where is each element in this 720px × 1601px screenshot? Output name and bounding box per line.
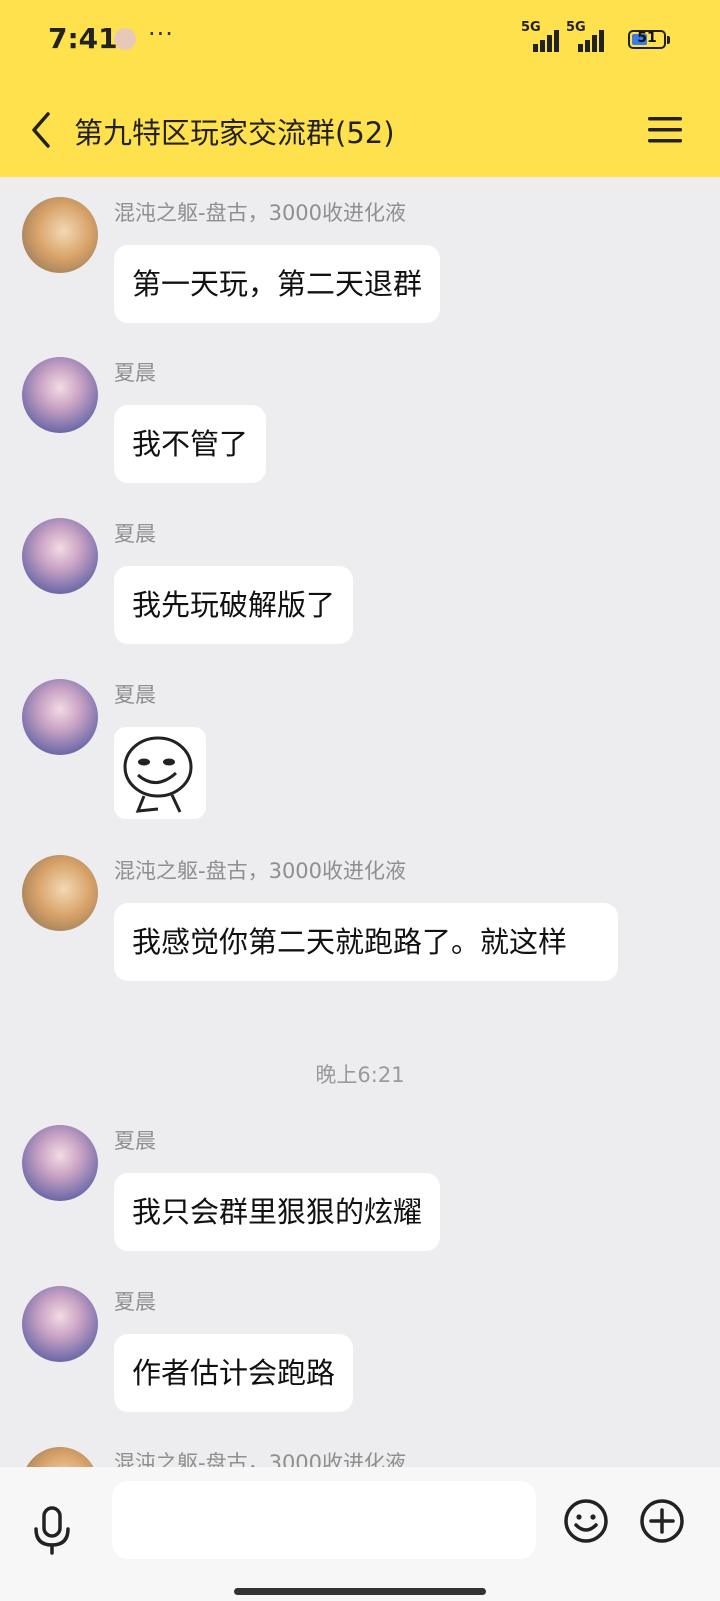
dog-avatar[interactable] (22, 855, 98, 931)
sender-name: 混沌之躯-盘古，3000收进化液 (114, 1451, 407, 1467)
message-bubble[interactable]: 我先玩破解版了 (114, 566, 354, 644)
dog-avatar[interactable] (22, 1447, 98, 1467)
nav-bar: 第九特区玩家交流群(52) (0, 90, 720, 170)
battery-tip (667, 36, 670, 44)
sticker-message[interactable] (114, 727, 206, 819)
emoji-button[interactable] (563, 1498, 609, 1544)
chat-title: 第九特区玩家交流群(52) (74, 116, 395, 150)
battery-icon: 51 (628, 30, 670, 49)
more-actions-button[interactable] (639, 1498, 685, 1544)
sender-name: 夏晨 (114, 361, 156, 385)
message-list[interactable]: 混沌之躯-盘古，3000收进化液 第一天玩，第二天退群 夏晨 我不管了 夏晨 我… (0, 177, 720, 1467)
message-input[interactable] (112, 1481, 536, 1559)
message-bubble[interactable]: 我不管了 (114, 405, 267, 483)
timestamp-divider: 晚上6:21 (315, 1063, 405, 1087)
microphone-icon (34, 1506, 70, 1555)
header: 7:41 ··· 5G 5G 51 第九特区玩家交流群(52) (0, 0, 720, 177)
message-bubble[interactable]: 第一天玩，第二天退群 (114, 245, 441, 323)
plus-circle-icon (640, 1499, 684, 1543)
anime-girl-avatar[interactable] (22, 357, 98, 433)
status-time: 7:41 (48, 22, 118, 55)
anime-girl-avatar[interactable] (22, 518, 98, 594)
anime-girl-avatar[interactable] (22, 1125, 98, 1201)
more-notifications-icon: ··· (148, 20, 174, 48)
sender-name: 夏晨 (114, 1290, 156, 1314)
chevron-left-icon (32, 112, 50, 148)
anime-girl-avatar[interactable] (22, 1286, 98, 1362)
message-bubble[interactable]: 作者估计会跑路 (114, 1334, 354, 1412)
back-button[interactable] (22, 108, 62, 152)
signal-strength-icon-2: 5G (566, 20, 610, 52)
input-bar (0, 1467, 720, 1601)
sender-name: 夏晨 (114, 1129, 156, 1153)
sender-name: 混沌之躯-盘古，3000收进化液 (114, 201, 407, 225)
home-indicator[interactable] (234, 1588, 486, 1595)
sender-name: 夏晨 (114, 683, 156, 707)
sender-name: 夏晨 (114, 522, 156, 546)
message-bubble[interactable]: 我只会群里狠狠的炫耀 (114, 1173, 441, 1251)
notification-app-icon (114, 28, 136, 50)
message-bubble[interactable]: 我感觉你第二天就跑路了。就这样 (114, 903, 618, 981)
anime-girl-avatar[interactable] (22, 679, 98, 755)
dog-avatar[interactable] (22, 197, 98, 273)
smiley-icon (564, 1499, 608, 1543)
battery-level-text: 51 (637, 30, 657, 46)
sender-name: 混沌之躯-盘古，3000收进化液 (114, 859, 407, 883)
smirk-face-sticker (123, 736, 193, 813)
hamburger-menu-icon (648, 117, 682, 143)
menu-button[interactable] (646, 112, 686, 148)
voice-button[interactable] (30, 1505, 74, 1555)
signal-strength-icon: 5G (521, 20, 565, 52)
status-bar: 7:41 ··· 5G 5G 51 (0, 0, 720, 80)
